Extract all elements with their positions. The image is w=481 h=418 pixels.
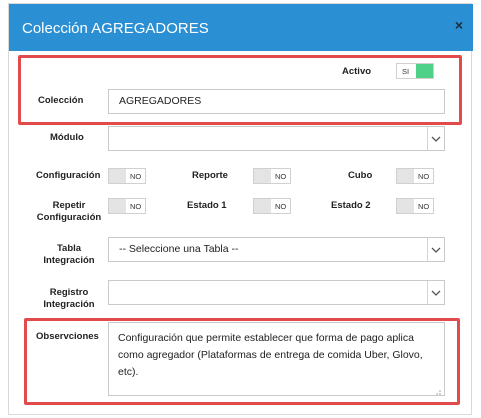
toggle-knob bbox=[109, 199, 126, 213]
close-icon[interactable]: × bbox=[455, 17, 463, 33]
highlight-box-observaciones bbox=[24, 318, 460, 405]
reporte-toggle[interactable]: NO bbox=[253, 168, 291, 184]
modulo-label: Módulo bbox=[50, 132, 84, 143]
registro-integracion-label: Registro Integración bbox=[36, 287, 102, 311]
tabla-integracion-select[interactable]: -- Seleccione una Tabla -- bbox=[108, 237, 445, 262]
toggle-knob bbox=[254, 199, 271, 213]
toggle-knob bbox=[254, 169, 271, 183]
chevron-down-icon bbox=[427, 127, 444, 150]
repetir-label-line2: Configuración bbox=[36, 212, 102, 223]
toggle-state: NO bbox=[130, 202, 142, 211]
configuracion-toggle[interactable]: NO bbox=[108, 168, 146, 184]
registro-label-line1: Registro bbox=[49, 287, 89, 298]
toggle-state: NO bbox=[418, 172, 430, 181]
cubo-toggle[interactable]: NO bbox=[396, 168, 434, 184]
chevron-down-icon bbox=[427, 238, 444, 261]
toggle-state: NO bbox=[130, 172, 142, 181]
highlight-box-coleccion bbox=[18, 55, 462, 125]
toggle-knob bbox=[109, 169, 126, 183]
tabla-integracion-value: -- Seleccione una Tabla -- bbox=[119, 243, 239, 255]
toggle-state: NO bbox=[418, 202, 430, 211]
tabla-label-line2: Integración bbox=[43, 255, 95, 266]
toggle-state: NO bbox=[275, 172, 287, 181]
toggle-knob bbox=[397, 199, 414, 213]
registro-label-line2: Integración bbox=[43, 299, 95, 310]
estado1-label: Estado 1 bbox=[187, 200, 227, 211]
modal-title: Colección AGREGADORES bbox=[22, 20, 209, 37]
tabla-integracion-label: Tabla Integración bbox=[36, 243, 102, 267]
configuracion-label: Configuración bbox=[36, 170, 101, 181]
repetir-configuracion-toggle[interactable]: NO bbox=[108, 198, 146, 214]
modulo-select[interactable] bbox=[108, 126, 445, 151]
estado2-label: Estado 2 bbox=[331, 200, 371, 211]
reporte-label: Reporte bbox=[192, 170, 228, 181]
estado2-toggle[interactable]: NO bbox=[396, 198, 434, 214]
toggle-knob bbox=[397, 169, 414, 183]
repetir-configuracion-label: Repetir Configuración bbox=[36, 200, 102, 224]
registro-integracion-select[interactable] bbox=[108, 280, 445, 305]
estado1-toggle[interactable]: NO bbox=[253, 198, 291, 214]
tabla-label-line1: Tabla bbox=[56, 243, 82, 254]
modal-header: Colección AGREGADORES × bbox=[9, 4, 473, 51]
cubo-label: Cubo bbox=[348, 170, 373, 181]
chevron-down-icon bbox=[427, 281, 444, 304]
repetir-label-line1: Repetir bbox=[52, 200, 86, 211]
toggle-state: NO bbox=[275, 202, 287, 211]
